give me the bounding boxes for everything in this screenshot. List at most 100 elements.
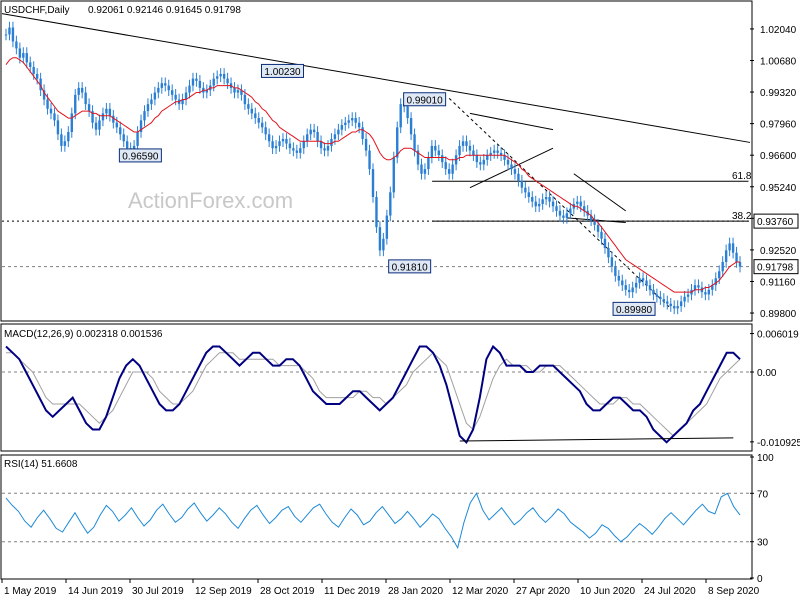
candle-body bbox=[25, 53, 28, 63]
candle-body bbox=[119, 127, 122, 135]
symbol-header: USDCHF,Daily bbox=[4, 5, 70, 16]
watermark: ActionForex.com bbox=[128, 188, 293, 213]
candle-body bbox=[351, 118, 354, 121]
candle-body bbox=[243, 94, 247, 105]
candle-body bbox=[288, 143, 292, 149]
candle-body bbox=[628, 289, 631, 293]
candle-body bbox=[603, 238, 607, 249]
candle-body bbox=[80, 87, 84, 93]
x-tick-label: 10 Jun 2020 bbox=[580, 586, 635, 597]
candle-body bbox=[704, 292, 707, 295]
candle-body bbox=[596, 224, 600, 232]
candle-body bbox=[101, 113, 105, 121]
x-tick-label: 8 Sep 2020 bbox=[708, 586, 760, 597]
candle-body bbox=[465, 141, 468, 146]
macd-panel-frame bbox=[0, 323, 753, 452]
candle-body bbox=[686, 294, 690, 297]
rsi-tick-label: 30 bbox=[757, 538, 769, 549]
candle-body bbox=[226, 78, 229, 84]
candle-body bbox=[153, 92, 157, 100]
level-axis-label: 0.93760 bbox=[757, 217, 794, 228]
candle-body bbox=[285, 138, 288, 144]
candle-body bbox=[679, 301, 683, 307]
rsi-tick-label: 0 bbox=[757, 574, 763, 585]
candle-body bbox=[617, 275, 621, 281]
candle-body bbox=[212, 78, 215, 86]
candle-body bbox=[354, 118, 357, 123]
price-layer: 61.8 38.2 1.00230 0.96590 0.99010 0.91810 0.89… bbox=[1, 13, 752, 316]
candle-body bbox=[513, 169, 517, 174]
candle-body bbox=[60, 134, 63, 146]
candle-body bbox=[271, 141, 274, 149]
candle-body bbox=[562, 215, 565, 218]
candle-body bbox=[146, 104, 150, 112]
candle-body bbox=[541, 199, 544, 204]
candle-body bbox=[482, 159, 485, 165]
candle-body bbox=[11, 27, 15, 42]
candle-body bbox=[673, 306, 676, 309]
macd-divergence-line bbox=[459, 437, 734, 442]
candle-body bbox=[472, 150, 475, 156]
candle-body bbox=[94, 122, 98, 130]
candle-body bbox=[645, 280, 648, 286]
macd-signal-line bbox=[6, 352, 741, 437]
candle-body bbox=[451, 164, 454, 174]
macd-header: MACD(12,26,9) 0.002318 0.001536 bbox=[4, 329, 163, 340]
candle-body bbox=[368, 150, 371, 170]
candle-body bbox=[697, 285, 700, 288]
candle-body bbox=[728, 243, 731, 251]
rsi-tick-label: 70 bbox=[757, 489, 769, 500]
candle-body bbox=[430, 145, 434, 158]
candle-body bbox=[29, 62, 32, 67]
candle-body bbox=[718, 271, 721, 279]
candle-body bbox=[125, 141, 129, 149]
candle-body bbox=[257, 118, 260, 123]
candle-body bbox=[67, 131, 70, 142]
candle-body bbox=[662, 299, 666, 302]
price-tick-label: 0.89800 bbox=[760, 309, 797, 320]
candle-body bbox=[735, 252, 738, 262]
candle-body bbox=[659, 296, 662, 300]
candle-body bbox=[624, 285, 627, 290]
candle-body bbox=[143, 111, 146, 121]
candle-body bbox=[261, 122, 264, 128]
candle-body bbox=[520, 180, 524, 188]
candle-body bbox=[74, 94, 77, 114]
chart-canvas: USDCHF,Daily 0.92061 0.92146 0.91645 0.9… bbox=[0, 0, 800, 597]
candle-body bbox=[167, 85, 170, 91]
macd-layer: 0.006019 0.00 -0.010925 bbox=[2, 330, 800, 449]
candle-body bbox=[666, 301, 669, 304]
candle-body bbox=[70, 113, 73, 132]
candle-body bbox=[4, 34, 8, 36]
price-tick-label: 0.95240 bbox=[760, 183, 797, 194]
candle-body bbox=[105, 108, 108, 114]
candle-body bbox=[427, 157, 430, 170]
annotation-label-1: 0.96590 bbox=[122, 151, 159, 162]
candle-body bbox=[292, 148, 295, 151]
candle-body bbox=[669, 303, 672, 307]
candle-body bbox=[496, 150, 499, 153]
candle-body bbox=[676, 306, 679, 309]
x-tick-label: 12 Mar 2020 bbox=[452, 586, 509, 597]
annotation-label-0: 1.00230 bbox=[264, 67, 301, 78]
candle-body bbox=[63, 141, 67, 146]
candle-body bbox=[188, 85, 191, 93]
x-tick-label: 14 Jun 2019 bbox=[68, 586, 123, 597]
candle-body bbox=[444, 162, 447, 170]
candle-body bbox=[437, 150, 440, 156]
triangle-upper bbox=[469, 112, 554, 131]
candle-body bbox=[160, 83, 164, 88]
candle-body bbox=[486, 155, 489, 160]
rsi-layer: 100 70 30 0 bbox=[2, 453, 774, 585]
candle-body bbox=[385, 215, 389, 239]
last-price-axis-label: 0.91798 bbox=[757, 263, 794, 274]
candle-body bbox=[614, 266, 617, 276]
candle-body bbox=[399, 104, 402, 128]
candle-body bbox=[724, 250, 728, 262]
candle-body bbox=[49, 108, 53, 114]
rsi-line bbox=[5, 492, 741, 550]
candle-body bbox=[406, 106, 409, 119]
candle-body bbox=[312, 129, 316, 132]
candle-body bbox=[441, 155, 444, 163]
candle-body bbox=[87, 104, 91, 112]
